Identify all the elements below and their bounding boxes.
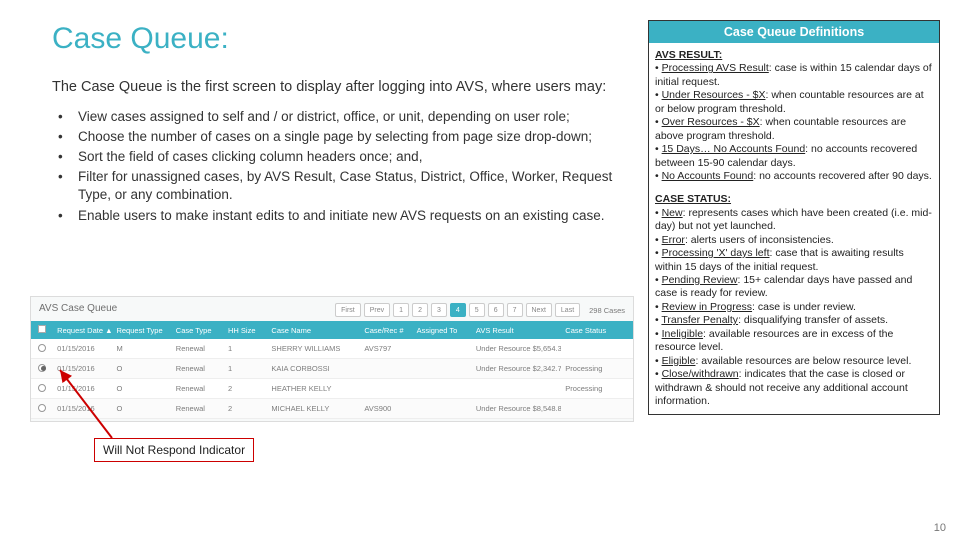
definition-item: • No Accounts Found: no accounts recover…: [655, 170, 933, 183]
callout-box: Will Not Respond Indicator: [94, 438, 254, 462]
select-all-checkbox[interactable]: [38, 325, 46, 333]
header-case-rec[interactable]: Case/Rec #: [360, 326, 412, 335]
page-number-button[interactable]: 6: [488, 303, 504, 317]
cell-case-rec: AVS900: [360, 404, 412, 413]
screenshot-title: AVS Case Queue: [39, 303, 117, 314]
cell-request-date: 01/15/2016: [53, 344, 112, 353]
row-radio[interactable]: [38, 344, 46, 352]
header-case-status[interactable]: Case Status: [561, 326, 633, 335]
cell-case-name: KAIA CORBOSSI: [267, 364, 360, 373]
cell-request-type: O: [112, 404, 171, 413]
cell-case-type: Renewal: [172, 384, 224, 393]
cell-case-type: Renewal: [172, 404, 224, 413]
page-next-button[interactable]: Next: [526, 303, 552, 317]
page-number-button[interactable]: 4: [450, 303, 466, 317]
page-title: Case Queue:: [52, 22, 622, 56]
table-row[interactable]: 01/15/2016 O Renewal 2 HEATHER KELLY Pro…: [31, 379, 633, 399]
page-number-button[interactable]: 5: [469, 303, 485, 317]
row-radio[interactable]: [38, 404, 46, 412]
cell-request-type: O: [112, 364, 171, 373]
header-checkbox-col: [31, 325, 53, 335]
pagination: First Prev 1 2 3 4 5 6 7 Next Last 298 C…: [335, 303, 625, 317]
page-last-button[interactable]: Last: [555, 303, 580, 317]
header-request-type[interactable]: Request Type: [112, 326, 171, 335]
left-column: Case Queue: The Case Queue is the first …: [52, 22, 622, 227]
table-header-row: Request Date ▲ Request Type Case Type HH…: [31, 321, 633, 339]
table-row[interactable]: 01/15/2016 O Renewal 2 MICHAEL KELLY AVS…: [31, 399, 633, 419]
cell-hh-size: 2: [224, 404, 267, 413]
page-number-button[interactable]: 7: [507, 303, 523, 317]
definition-item: • Eligible: available resources are belo…: [655, 355, 933, 368]
avs-result-title: AVS RESULT:: [655, 49, 933, 62]
row-radio[interactable]: [38, 364, 46, 372]
cell-case-rec: AVS797: [360, 344, 412, 353]
definition-item: • Ineligible: available resources are in…: [655, 328, 933, 355]
cell-request-date: 01/15/2016: [53, 364, 112, 373]
header-assigned-to[interactable]: Assigned To: [413, 326, 472, 335]
cell-case-name: SHERRY WILLIAMS: [267, 344, 360, 353]
definitions-body: AVS RESULT: • Processing AVS Result: cas…: [649, 43, 939, 414]
bullet-item: Sort the field of cases clicking column …: [56, 148, 622, 166]
bullet-item: View cases assigned to self and / or dis…: [56, 108, 622, 126]
definition-item: • Processing 'X' days left: case that is…: [655, 247, 933, 274]
cell-case-type: Renewal: [172, 344, 224, 353]
cell-avs-result: Under Resource $2,342.78: [472, 364, 561, 373]
cell-request-type: M: [112, 344, 171, 353]
embedded-screenshot: AVS Case Queue First Prev 1 2 3 4 5 6 7 …: [30, 296, 634, 422]
cell-hh-size: 1: [224, 344, 267, 353]
cell-hh-size: 2: [224, 384, 267, 393]
definition-item: • Transfer Penalty: disqualifying transf…: [655, 314, 933, 327]
page-number: 10: [934, 522, 946, 534]
header-request-date[interactable]: Request Date ▲: [53, 326, 112, 335]
cell-case-status: Processing: [561, 364, 633, 373]
cell-case-type: Renewal: [172, 364, 224, 373]
cell-request-date: 01/15/2016: [53, 384, 112, 393]
page-number-button[interactable]: 3: [431, 303, 447, 317]
bullet-item: Enable users to make instant edits to an…: [56, 207, 622, 225]
header-avs-result[interactable]: AVS Result: [472, 326, 561, 335]
bullet-item: Filter for unassigned cases, by AVS Resu…: [56, 168, 622, 204]
header-case-name[interactable]: Case Name: [267, 326, 360, 335]
definition-item: • Processing AVS Result: case is within …: [655, 62, 933, 89]
table-row[interactable]: 01/15/2016 O Renewal 1 KAIA CORBOSSI Und…: [31, 359, 633, 379]
table-row[interactable]: 01/15/2016 M Renewal 1 SHERRY WILLIAMS A…: [31, 339, 633, 359]
definition-item: • Review in Progress: case is under revi…: [655, 301, 933, 314]
cell-request-type: O: [112, 384, 171, 393]
page-prev-button[interactable]: Prev: [364, 303, 390, 317]
table-body: 01/15/2016 M Renewal 1 SHERRY WILLIAMS A…: [31, 339, 633, 419]
page-number-button[interactable]: 1: [393, 303, 409, 317]
definition-item: • Pending Review: 15+ calendar days have…: [655, 274, 933, 301]
definition-item: • Over Resources - $X: when countable re…: [655, 116, 933, 143]
page-number-button[interactable]: 2: [412, 303, 428, 317]
page-first-button[interactable]: First: [335, 303, 361, 317]
cell-avs-result: Under Resource $8,548.88: [472, 404, 561, 413]
definitions-heading: Case Queue Definitions: [649, 21, 939, 43]
cell-hh-size: 1: [224, 364, 267, 373]
bullet-list: View cases assigned to self and / or dis…: [52, 108, 622, 225]
row-radio[interactable]: [38, 384, 46, 392]
definition-item: • Error: alerts users of inconsistencies…: [655, 234, 933, 247]
cell-request-date: 01/15/2016: [53, 404, 112, 413]
cell-case-status: Processing: [561, 384, 633, 393]
case-status-title: CASE STATUS:: [655, 193, 933, 206]
definition-item: • New: represents cases which have been …: [655, 207, 933, 234]
header-case-type[interactable]: Case Type: [172, 326, 224, 335]
slide: Case Queue: The Case Queue is the first …: [0, 0, 960, 540]
definitions-panel: Case Queue Definitions AVS RESULT: • Pro…: [648, 20, 940, 415]
definition-item: • Close/withdrawn: indicates that the ca…: [655, 368, 933, 408]
bullet-item: Choose the number of cases on a single p…: [56, 128, 622, 146]
cell-avs-result: Under Resource $5,654.34: [472, 344, 561, 353]
cell-case-name: HEATHER KELLY: [267, 384, 360, 393]
definition-item: • 15 Days… No Accounts Found: no account…: [655, 143, 933, 170]
definition-item: • Under Resources - $X: when countable r…: [655, 89, 933, 116]
header-hh-size[interactable]: HH Size: [224, 326, 267, 335]
result-count: 298 Cases: [589, 306, 625, 315]
intro-text: The Case Queue is the first screen to di…: [52, 78, 622, 98]
cell-case-name: MICHAEL KELLY: [267, 404, 360, 413]
